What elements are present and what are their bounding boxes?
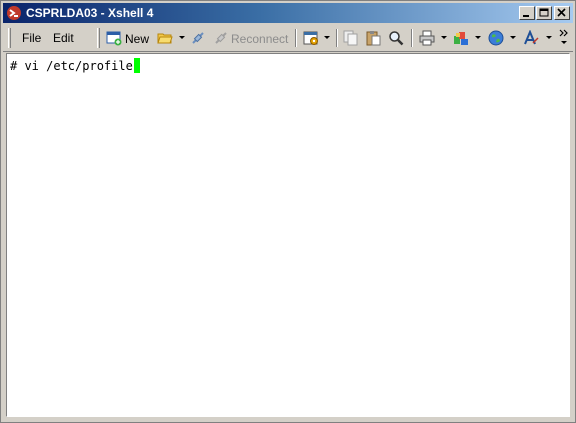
open-dropdown-icon[interactable] xyxy=(179,36,185,39)
paste-icon[interactable] xyxy=(365,30,381,46)
properties-icon[interactable] xyxy=(303,30,319,46)
minimize-button[interactable] xyxy=(519,6,535,20)
xshell-app-icon xyxy=(7,6,21,20)
transfer-dropdown-icon[interactable] xyxy=(475,36,481,39)
globe-icon[interactable] xyxy=(488,30,504,46)
reconnect-icon xyxy=(215,32,227,44)
new-button[interactable]: New xyxy=(125,32,149,46)
properties-dropdown-icon[interactable] xyxy=(324,36,330,39)
close-icon xyxy=(557,8,566,17)
terminal-cursor xyxy=(133,58,140,73)
more-dropdown-icon[interactable] xyxy=(561,41,567,44)
close-button[interactable] xyxy=(554,6,570,20)
toolbar-grip-2[interactable] xyxy=(97,28,100,48)
print-icon[interactable] xyxy=(419,30,435,46)
copy-icon xyxy=(343,30,358,46)
new-session-icon[interactable] xyxy=(106,30,122,46)
toolbar: File Edit New Reconnect xyxy=(3,25,573,52)
find-icon[interactable] xyxy=(388,30,404,46)
restore-button[interactable] xyxy=(536,6,552,20)
command-text: # vi /etc/profile xyxy=(10,59,133,73)
connect-icon[interactable] xyxy=(190,30,206,46)
open-folder-icon[interactable] xyxy=(157,30,173,46)
transfer-icon[interactable] xyxy=(453,30,469,46)
xshell-window: CSPRLDA03 - Xshell 4 File Edit New Recon… xyxy=(0,0,576,423)
toolbar-separator-3 xyxy=(411,29,413,47)
reconnect-button: Reconnect xyxy=(231,32,289,46)
font-dropdown-icon[interactable] xyxy=(546,36,552,39)
restore-icon xyxy=(539,8,549,17)
toolbar-grip[interactable] xyxy=(8,28,11,48)
font-icon[interactable] xyxy=(523,30,539,46)
menu-file[interactable]: File xyxy=(22,31,41,45)
terminal-line: # vi /etc/profile xyxy=(10,58,140,73)
print-dropdown-icon[interactable] xyxy=(441,36,447,39)
toolbar-separator-2 xyxy=(336,29,338,47)
title-bar[interactable]: CSPRLDA03 - Xshell 4 xyxy=(3,3,573,23)
more-icon[interactable] xyxy=(559,28,569,40)
window-title: CSPRLDA03 - Xshell 4 xyxy=(26,6,154,20)
menu-edit[interactable]: Edit xyxy=(53,31,74,45)
minimize-icon xyxy=(523,15,529,17)
terminal-pane[interactable]: # vi /etc/profile xyxy=(6,53,570,417)
globe-dropdown-icon[interactable] xyxy=(510,36,516,39)
toolbar-separator xyxy=(295,29,297,47)
